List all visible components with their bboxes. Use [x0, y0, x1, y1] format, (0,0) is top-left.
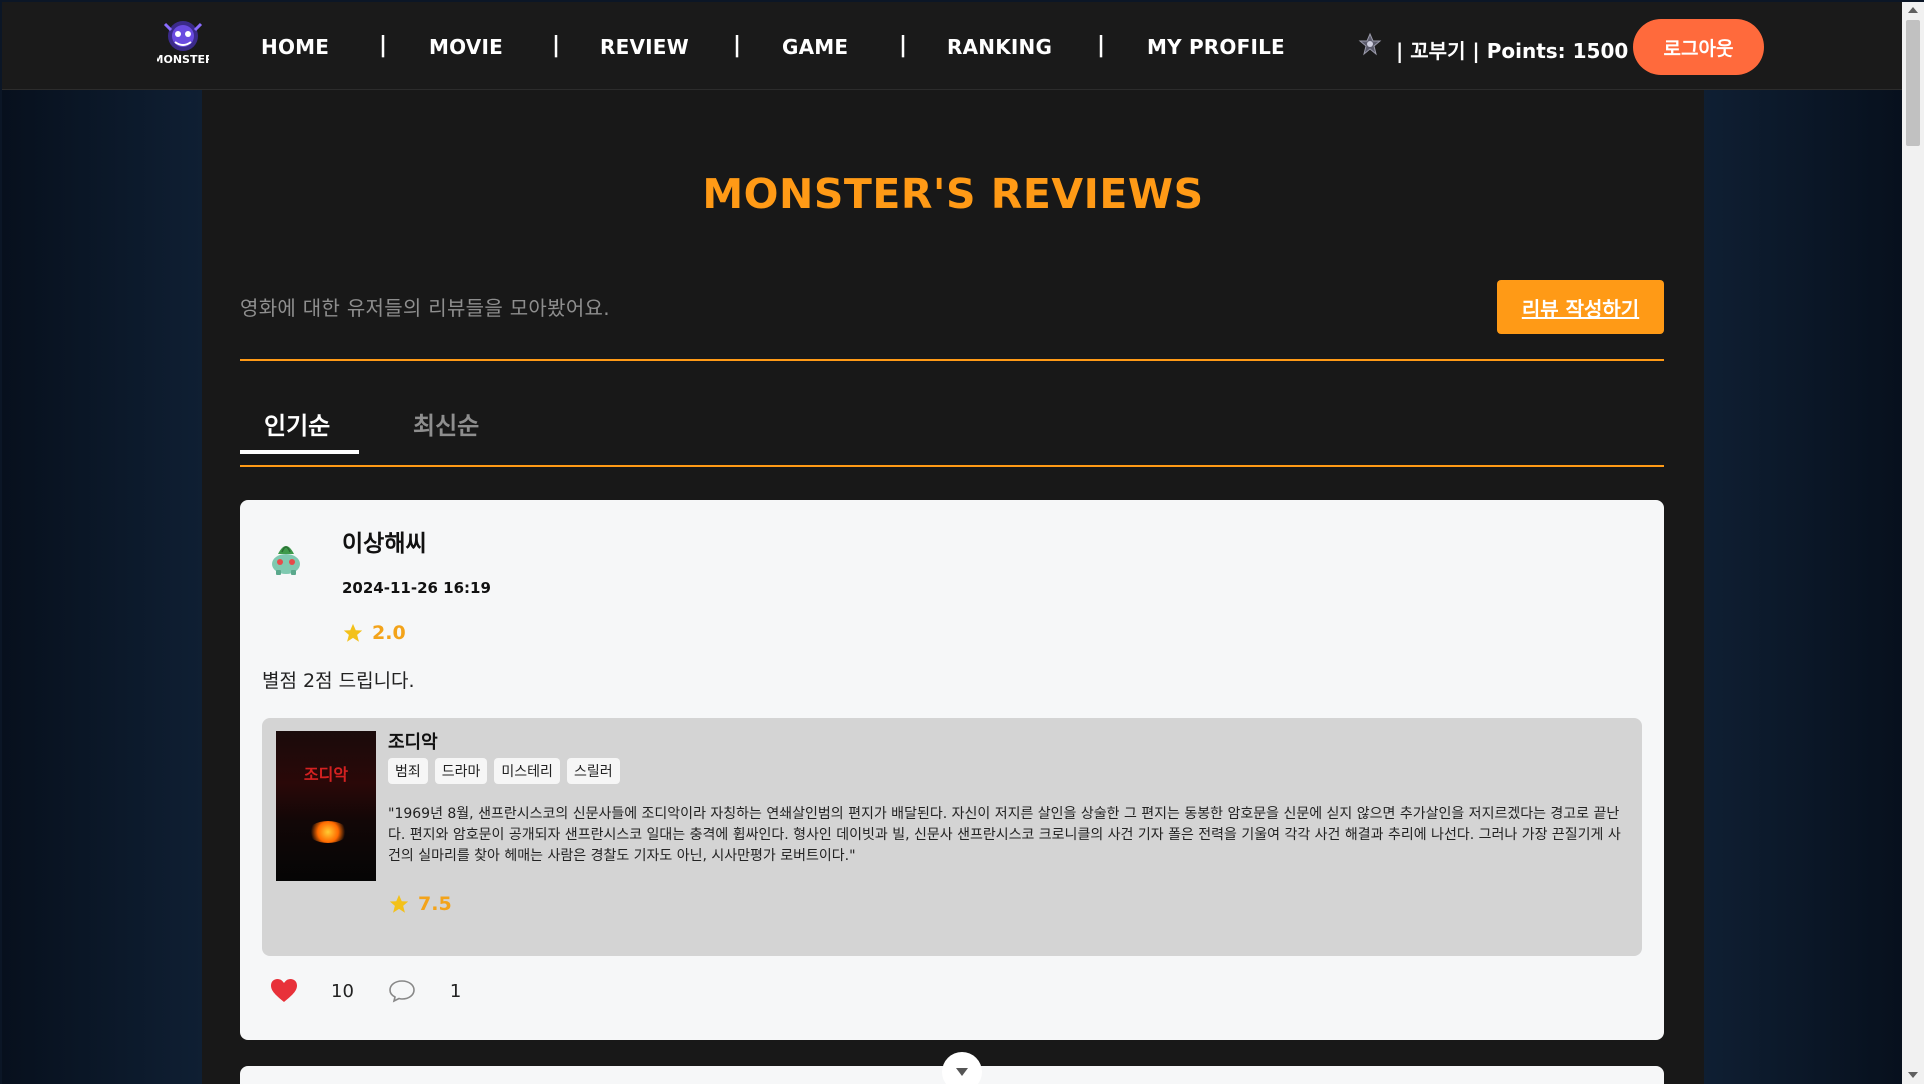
user-badge-icon [1358, 32, 1382, 56]
scroll-down-button[interactable] [942, 1052, 982, 1084]
page-subtitle: 영화에 대한 유저들의 리뷰들을 모아봤어요. [240, 296, 610, 320]
nav-review[interactable]: REVIEW [600, 35, 689, 59]
divider [240, 359, 1664, 361]
movie-description: "1969년 8월, 샌프란시스코의 신문사들에 조디악이라 자칭하는 연쇄살인… [388, 806, 1621, 864]
active-tab-indicator [240, 450, 359, 454]
logo-text: MONSTER [157, 53, 209, 66]
movie-title[interactable]: 조디악 [388, 728, 438, 754]
nav-game[interactable]: GAME [782, 35, 848, 59]
user-info: | 꼬부기 | Points: 1500 [1396, 39, 1629, 63]
review-date: 2024-11-26 16:19 [342, 579, 491, 597]
heart-icon[interactable] [270, 978, 298, 1004]
tab-recent[interactable]: 최신순 [413, 406, 479, 441]
star-icon [388, 893, 410, 915]
monster-logo[interactable]: MONSTER [153, 18, 214, 74]
nav-separator: | [1097, 33, 1106, 58]
top-navbar: MONSTER HOME | MOVIE | REVIEW | GAME | R… [2, 2, 1902, 90]
poster-fire-graphic [308, 821, 348, 843]
star-icon [342, 622, 364, 644]
review-rating: 2.0 [342, 622, 406, 644]
review-card[interactable]: 이상해씨 2024-11-26 16:19 2.0 별점 2점 드립니다. 조디… [240, 500, 1664, 1040]
movie-poster[interactable]: 조디악 [276, 731, 376, 881]
comment-icon[interactable] [388, 979, 416, 1003]
like-count: 10 [331, 980, 354, 1002]
review-actions: 10 1 [270, 978, 461, 1004]
genre-tag: 드라마 [434, 758, 488, 784]
page-scrollbar[interactable] [1902, 2, 1924, 1084]
nav-separator: | [733, 33, 742, 58]
movie-rating-value: 7.5 [418, 893, 452, 915]
nav-separator: | [899, 33, 908, 58]
tab-popular[interactable]: 인기순 [264, 406, 330, 441]
nav-ranking[interactable]: RANKING [947, 35, 1052, 59]
nav-my-profile[interactable]: MY PROFILE [1147, 35, 1285, 59]
page-title: MONSTER'S REVIEWS [702, 170, 1204, 218]
scroll-up-arrow-icon[interactable] [1907, 5, 1919, 15]
divider [240, 465, 1664, 467]
genre-tag: 미스테리 [494, 758, 560, 784]
nav-separator: | [552, 33, 561, 58]
nav-home[interactable]: HOME [261, 35, 329, 59]
review-rating-value: 2.0 [372, 622, 406, 644]
nav-movie[interactable]: MOVIE [429, 35, 503, 59]
write-review-button[interactable]: 리뷰 작성하기 [1497, 280, 1664, 334]
movie-rating: 7.5 [388, 893, 452, 915]
main-content: MONSTER'S REVIEWS 영화에 대한 유저들의 리뷰들을 모아봤어요… [202, 90, 1704, 1084]
avatar [268, 538, 304, 576]
scrollbar-thumb[interactable] [1906, 20, 1920, 146]
genre-tag: 스릴러 [566, 758, 620, 784]
movie-info-box[interactable]: 조디악 조디악 범죄 드라마 미스테리 스릴러 "1969년 8월, 샌프란시스… [262, 718, 1642, 956]
genre-tag: 범죄 [388, 758, 428, 784]
comment-count: 1 [449, 980, 462, 1002]
logout-button[interactable]: 로그아웃 [1633, 19, 1764, 75]
genre-tags: 범죄 드라마 미스테리 스릴러 [388, 758, 620, 784]
nav-separator: | [379, 33, 388, 58]
poster-title: 조디악 [303, 765, 349, 784]
chevron-down-icon [954, 1063, 970, 1082]
review-text: 별점 2점 드립니다. [262, 670, 415, 692]
review-author[interactable]: 이상해씨 [342, 524, 427, 558]
scroll-down-arrow-icon[interactable] [1907, 1070, 1919, 1080]
